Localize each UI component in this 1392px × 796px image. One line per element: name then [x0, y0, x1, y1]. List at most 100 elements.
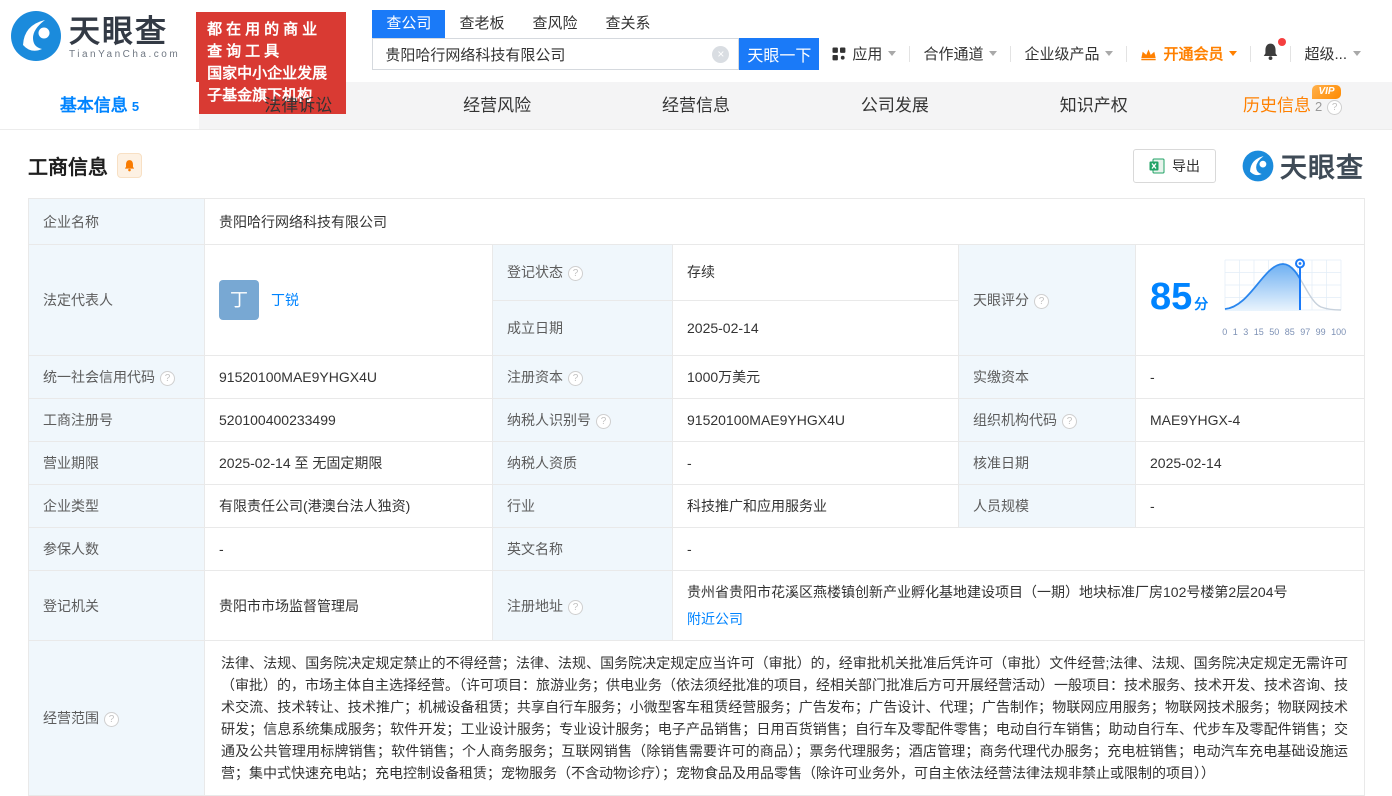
field-label: 参保人数: [29, 528, 205, 571]
insured-count-value: -: [205, 528, 493, 571]
nav-partner[interactable]: 合作通道: [910, 43, 1010, 64]
help-icon[interactable]: ?: [104, 712, 119, 727]
help-icon[interactable]: ?: [568, 266, 583, 281]
field-label: 经营范围?: [29, 641, 205, 796]
reg-status-value: 存续: [673, 245, 959, 301]
help-icon[interactable]: ?: [160, 371, 175, 386]
tab-legal-proceedings-label: 法律诉讼: [264, 96, 332, 115]
score-cell: 85分: [1136, 245, 1365, 356]
table-row: 企业名称 贵阳哈行网络科技有限公司: [29, 199, 1365, 245]
reg-address-value: 贵州省贵阳市花溪区燕楼镇创新产业孵化基地建设项目（一期）地块标准厂房102号楼第…: [687, 581, 1350, 603]
field-label: 行业: [493, 485, 673, 528]
company-type-value: 有限责任公司(港澳台法人独资): [205, 485, 493, 528]
top-header: 天眼查 TianYanCha.com 都在用的商业查询工具 国家中小企业发展子基…: [0, 0, 1392, 82]
excel-icon: [1149, 158, 1165, 174]
legal-rep-link[interactable]: 丁锐: [271, 289, 299, 311]
crown-icon: [1140, 47, 1157, 61]
grid-icon: [832, 47, 846, 61]
company-detail-tabs: 基本信息5 法律诉讼 经营风险 经营信息 公司发展 知识产权 VIP 历史信息2…: [0, 82, 1392, 130]
nav-open-vip[interactable]: 开通会员: [1127, 43, 1250, 64]
tab-history-info-label: 历史信息: [1243, 96, 1311, 115]
tianyancha-logo[interactable]: 天眼查 TianYanCha.com: [10, 10, 180, 65]
nav-open-vip-label: 开通会员: [1163, 43, 1223, 64]
business-info-table: 企业名称 贵阳哈行网络科技有限公司 法定代表人 丁 丁锐 登记状态? 存续 天眼…: [28, 198, 1365, 796]
taxpayer-quality-value: -: [673, 442, 959, 485]
watermark-logo: 天眼查: [1242, 146, 1364, 185]
reg-authority-value: 贵阳市市场监督管理局: [205, 571, 493, 641]
tianyancha-logo-icon: [10, 10, 62, 65]
logo-domain: TianYanCha.com: [69, 49, 180, 60]
promo-line1: 都在用的商业查询工具: [207, 19, 335, 63]
search-box: ×: [372, 38, 739, 70]
field-label: 纳税人识别号?: [493, 399, 673, 442]
tab-company-development[interactable]: 公司发展: [795, 82, 994, 129]
chevron-down-icon: [1229, 51, 1237, 60]
field-label: 营业期限: [29, 442, 205, 485]
company-name-value: 贵阳哈行网络科技有限公司: [205, 199, 1365, 245]
tab-basic-info[interactable]: 基本信息5: [0, 82, 199, 129]
field-label: 登记机关: [29, 571, 205, 641]
vip-badge: VIP: [1312, 85, 1340, 99]
search-tab-company[interactable]: 查公司: [372, 10, 445, 38]
tab-legal-proceedings[interactable]: 法律诉讼: [199, 82, 398, 129]
tab-company-development-label: 公司发展: [861, 96, 929, 115]
nav-user-menu[interactable]: 超级...: [1291, 43, 1374, 64]
notification-bell[interactable]: [1251, 42, 1290, 65]
field-label: 实缴资本: [959, 356, 1136, 399]
export-button-label: 导出: [1172, 156, 1200, 176]
search-tab-boss[interactable]: 查老板: [445, 10, 518, 38]
field-label: 登记状态?: [493, 245, 673, 301]
field-label: 企业名称: [29, 199, 205, 245]
nearby-companies-link[interactable]: 附近公司: [687, 611, 743, 627]
search-tab-risk[interactable]: 查风险: [518, 10, 591, 38]
search-tab-relation[interactable]: 查关系: [591, 10, 664, 38]
approve-date-value: 2025-02-14: [1136, 442, 1365, 485]
table-row: 参保人数 - 英文名称 -: [29, 528, 1365, 571]
search-area: 查公司 查老板 查风险 查关系 × 天眼一下: [372, 10, 819, 70]
english-name-value: -: [673, 528, 1365, 571]
help-icon[interactable]: ?: [568, 600, 583, 615]
field-label: 注册地址?: [493, 571, 673, 641]
export-button[interactable]: 导出: [1133, 149, 1216, 183]
business-scope-value: 法律、法规、国务院决定规定禁止的不得经营；法律、法规、国务院决定规定应当许可（审…: [205, 641, 1365, 796]
bell-icon: [123, 159, 136, 172]
paid-capital-value: -: [1136, 356, 1365, 399]
tab-history-info[interactable]: VIP 历史信息2?: [1193, 82, 1392, 129]
tab-business-info-label: 经营信息: [662, 96, 730, 115]
section-title: 工商信息: [28, 151, 108, 180]
tab-intellectual-property-label: 知识产权: [1060, 96, 1128, 115]
tab-intellectual-property[interactable]: 知识产权: [994, 82, 1193, 129]
credit-code-value: 91520100MAE9YHGX4U: [205, 356, 493, 399]
help-icon[interactable]: ?: [1034, 294, 1049, 309]
search-button[interactable]: 天眼一下: [739, 38, 819, 70]
help-icon[interactable]: ?: [596, 414, 611, 429]
search-tabs: 查公司 查老板 查风险 查关系: [372, 10, 819, 38]
top-nav: 应用 合作通道 企业级产品 开通会员 超级...: [819, 42, 1374, 65]
table-row: 登记机关 贵阳市市场监督管理局 注册地址? 贵州省贵阳市花溪区燕楼镇创新产业孵化…: [29, 571, 1365, 641]
biz-term-value: 2025-02-14 至 无固定期限: [205, 442, 493, 485]
reg-address-cell: 贵州省贵阳市花溪区燕楼镇创新产业孵化基地建设项目（一期）地块标准厂房102号楼第…: [673, 571, 1365, 641]
table-row: 统一社会信用代码? 91520100MAE9YHGX4U 注册资本? 1000万…: [29, 356, 1365, 399]
nav-apps[interactable]: 应用: [819, 43, 909, 64]
logo-title: 天眼查: [69, 15, 180, 49]
field-label: 英文名称: [493, 528, 673, 571]
bell-icon: [1261, 42, 1280, 61]
tab-basic-info-label: 基本信息: [60, 96, 128, 115]
table-row: 企业类型 有限责任公司(港澳台法人独资) 行业 科技推广和应用服务业 人员规模 …: [29, 485, 1365, 528]
tab-business-risk[interactable]: 经营风险: [398, 82, 597, 129]
help-icon[interactable]: ?: [568, 371, 583, 386]
avatar[interactable]: 丁: [219, 280, 259, 320]
industry-value: 科技推广和应用服务业: [673, 485, 959, 528]
field-label: 法定代表人: [29, 245, 205, 356]
nav-enterprise[interactable]: 企业级产品: [1011, 43, 1126, 64]
chevron-down-icon: [888, 51, 896, 60]
field-label: 组织机构代码?: [959, 399, 1136, 442]
tab-business-info[interactable]: 经营信息: [597, 82, 796, 129]
search-input[interactable]: [373, 39, 738, 69]
help-icon[interactable]: ?: [1062, 414, 1077, 429]
chevron-down-icon: [1105, 51, 1113, 60]
monitor-bell-button[interactable]: [117, 153, 142, 178]
help-icon[interactable]: ?: [1327, 100, 1342, 115]
section-header: 工商信息 导出 天眼查: [0, 130, 1392, 195]
taxpayer-id-value: 91520100MAE9YHGX4U: [673, 399, 959, 442]
